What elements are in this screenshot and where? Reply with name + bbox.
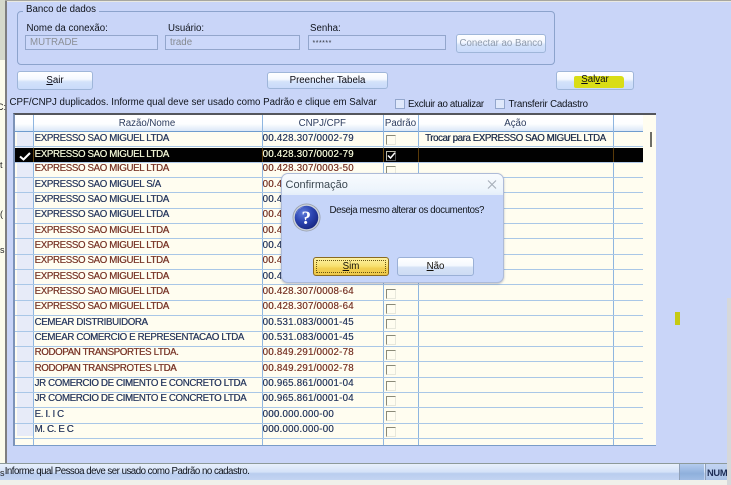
svg-text:?: ? [301,208,311,229]
